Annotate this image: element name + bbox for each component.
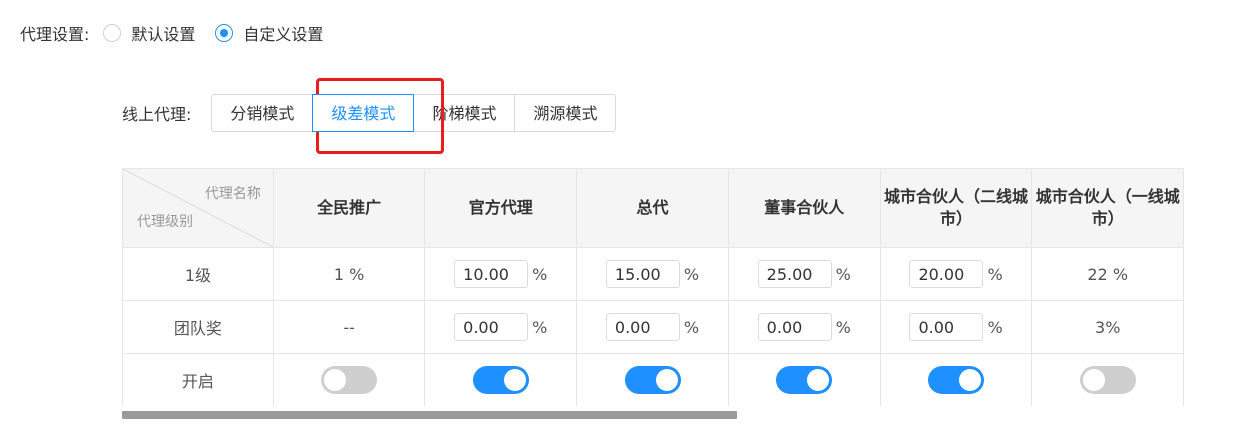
mode-button-group: 分销模式 级差模式 阶梯模式 溯源模式 [211,94,617,132]
team-bonus-cell-text: -- [272,300,426,354]
switch-knob [1082,369,1105,391]
corner-agent-level-label: 代理级别 [137,214,193,230]
enabled-cell [272,353,426,406]
rate-input[interactable]: 20.00 [909,260,984,288]
agent-table-container: 代理名称 代理级别 全民推广 官方代理 总代 董事合伙人 城市合伙人（二线城市）… [122,168,1184,406]
table-corner-cell: 代理名称 代理级别 [122,168,274,248]
table-row-level1: 1级 1 % 10.00% 15.00% 25.00% 20.00% 22 % [122,247,1184,301]
percent-unit: % [835,264,851,284]
rate-input[interactable]: 25.00 [757,260,832,288]
radio-custom-label: 自定义设置 [243,25,324,44]
mode-ladder-button[interactable]: 阶梯模式 [413,94,516,132]
level1-cell-input: 20.00% [879,247,1033,301]
rate-input[interactable]: 15.00 [605,260,680,288]
diagonal-divider [123,169,273,247]
team-bonus-cell-input: 0.00% [727,300,881,354]
table-row-team-bonus: 团队奖 -- 0.00% 0.00% 0.00% 0.00% 3% [122,300,1184,354]
level1-cell-text: 1 % [272,247,426,301]
toggle-switch[interactable] [624,366,681,394]
percent-unit: % [683,317,700,337]
switch-knob [959,369,982,391]
team-bonus-cell-input: 0.00% [879,300,1033,354]
team-bonus-cell-input: 0.00% [424,300,578,354]
rate-input[interactable]: 0.00 [454,313,529,341]
toggle-switch[interactable] [321,366,378,394]
level1-cell-text: 22 % [1031,247,1184,301]
header-cell: 城市合伙人（一线城市） [1031,168,1184,248]
team-bonus-cell-input: 0.00% [576,300,729,354]
enabled-cell [879,353,1033,406]
switch-knob [807,369,830,391]
toggle-switch[interactable] [1079,366,1136,394]
header-cell: 全民推广 [272,168,426,248]
percent-unit: % [987,317,1003,337]
radio-checked-icon[interactable] [215,24,234,42]
header-cell: 城市合伙人（二线城市） [879,168,1033,248]
online-agent-label: 线上代理: [122,105,192,124]
level1-cell-input: 15.00% [576,247,729,301]
toggle-switch[interactable] [928,366,985,394]
percent-unit: % [835,317,851,337]
rate-input[interactable]: 10.00 [454,260,529,288]
agent-level-table: 代理名称 代理级别 全民推广 官方代理 总代 董事合伙人 城市合伙人（二线城市）… [122,168,1184,406]
switch-knob [324,369,347,391]
rate-input[interactable]: 0.00 [757,313,832,341]
enabled-cell [576,353,729,406]
rate-input[interactable]: 0.00 [909,313,984,341]
online-agent-row: 线上代理: 分销模式 级差模式 阶梯模式 溯源模式 [122,94,617,132]
percent-unit: % [987,264,1003,284]
enabled-cell [727,353,881,406]
horizontal-scrollbar[interactable] [122,411,737,419]
header-cell: 总代 [576,168,729,248]
agent-setting-label: 代理设置: [20,25,90,44]
mode-traceability-button[interactable]: 溯源模式 [514,94,617,132]
row-label-team-bonus: 团队奖 [122,300,274,354]
radio-default-setting[interactable]: 默认设置 [103,21,195,45]
row-label-enabled: 开启 [122,353,274,406]
radio-unchecked-icon[interactable] [103,24,122,42]
page: 代理设置: 默认设置 自定义设置 线上代理: 分销模式 级差模式 阶梯模式 溯源… [0,0,1233,425]
toggle-switch[interactable] [776,366,833,394]
table-row-enabled: 开启 [122,353,1184,406]
percent-unit: % [683,264,700,284]
row-label-level1: 1级 [122,247,274,301]
enabled-cell [1031,353,1184,406]
mode-distribution-button[interactable]: 分销模式 [211,94,314,132]
level1-cell-input: 25.00% [727,247,881,301]
percent-unit: % [532,264,548,284]
enabled-cell [424,353,578,406]
corner-agent-name-label: 代理名称 [204,186,261,202]
mode-differential-button[interactable]: 级差模式 [312,94,415,132]
table-header-row: 代理名称 代理级别 全民推广 官方代理 总代 董事合伙人 城市合伙人（二线城市）… [122,168,1184,248]
team-bonus-cell-text: 3% [1031,300,1184,354]
level1-cell-input: 10.00% [424,247,578,301]
header-cell: 官方代理 [424,168,578,248]
switch-knob [503,369,526,391]
radio-default-label: 默认设置 [131,25,196,44]
toggle-switch[interactable] [472,366,529,394]
switch-knob [655,369,678,391]
percent-unit: % [532,317,548,337]
radio-custom-setting[interactable]: 自定义设置 [215,21,323,45]
header-cell: 董事合伙人 [727,168,881,248]
agent-setting-row: 代理设置: 默认设置 自定义设置 [20,20,343,46]
rate-input[interactable]: 0.00 [605,313,680,341]
